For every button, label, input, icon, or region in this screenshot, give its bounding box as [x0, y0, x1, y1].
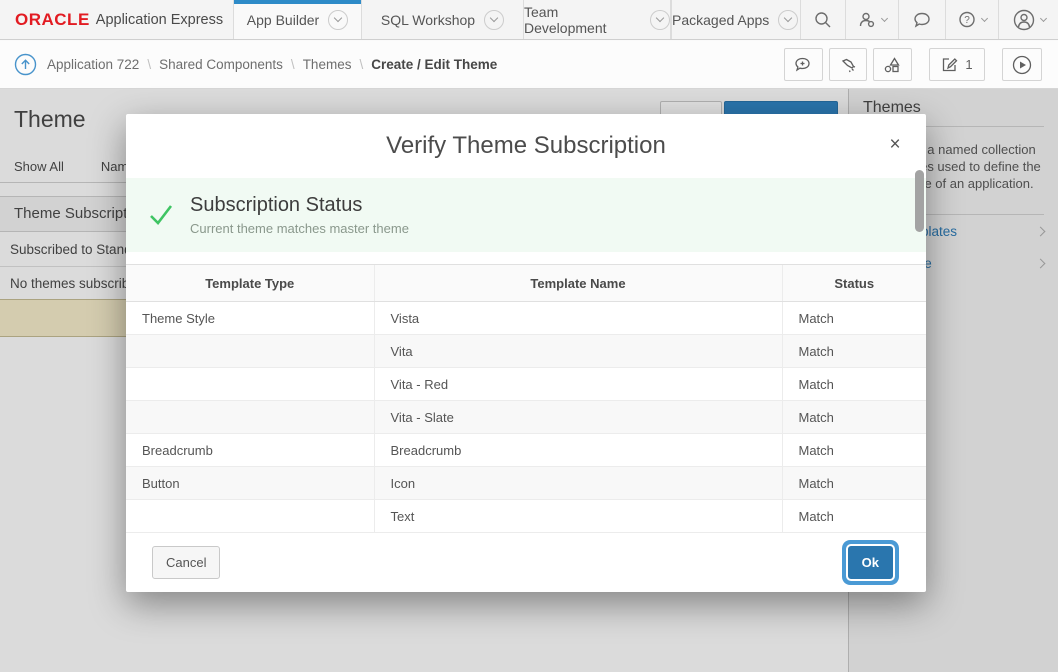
table-cell: Vita - Red — [374, 368, 782, 401]
breadcrumb-current: Create / Edit Theme — [371, 57, 497, 72]
account-icon[interactable] — [998, 0, 1058, 39]
table-cell — [126, 368, 374, 401]
column-header-status: Status — [782, 265, 926, 302]
verify-theme-subscription-dialog: Verify Theme Subscription × Subscription… — [126, 114, 926, 592]
shapes-button[interactable] — [873, 48, 912, 81]
subscription-status-banner: Subscription Status Current theme matche… — [126, 178, 926, 252]
table-cell: Breadcrumb — [126, 434, 374, 467]
table-cell: Vista — [374, 302, 782, 335]
status-heading: Subscription Status — [190, 194, 409, 217]
breadcrumb-separator: \ — [359, 57, 363, 72]
table-cell: Match — [782, 500, 926, 533]
flashlight-button[interactable] — [829, 48, 867, 81]
breadcrumb-item[interactable]: Shared Components — [159, 57, 283, 72]
shapes-icon — [883, 56, 902, 74]
flashlight-icon — [839, 56, 857, 74]
template-table: Template Type Template Name Status Theme… — [126, 264, 926, 533]
edit-page-icon — [941, 56, 959, 74]
chevron-down-icon — [880, 14, 887, 21]
brand: ORACLE Application Express — [0, 0, 233, 39]
column-header-template-name: Template Name — [374, 265, 782, 302]
table-cell: Match — [782, 335, 926, 368]
top-nav: ORACLE Application Express App Builder S… — [0, 0, 1058, 40]
breadcrumb: Application 722 \ Shared Components \ Th… — [47, 57, 497, 72]
oracle-logo: ORACLE — [15, 10, 90, 30]
table-cell — [126, 401, 374, 434]
close-icon[interactable]: × — [882, 132, 908, 158]
run-page-icon — [1012, 55, 1032, 75]
table-header-row: Template Type Template Name Status — [126, 265, 926, 302]
table-cell: Button — [126, 467, 374, 500]
breadcrumb-item[interactable]: Application 722 — [47, 57, 139, 72]
breadcrumb-bar: Application 722 \ Shared Components \ Th… — [0, 41, 1058, 89]
table-cell: Match — [782, 467, 926, 500]
chevron-down-icon — [1039, 14, 1046, 21]
dialog-header: Verify Theme Subscription × — [126, 114, 926, 178]
ok-button[interactable]: Ok — [848, 546, 893, 579]
feedback-bubble-icon[interactable] — [898, 0, 945, 39]
nav-up-icon[interactable] — [14, 53, 37, 76]
nav-tab-label: App Builder — [247, 12, 319, 28]
page-toolbar: 1 — [784, 48, 1042, 81]
nav-tab-app-builder[interactable]: App Builder — [233, 0, 361, 39]
table-cell: Match — [782, 401, 926, 434]
search-icon[interactable] — [800, 0, 845, 39]
breadcrumb-item[interactable]: Themes — [303, 57, 352, 72]
scrollbar-thumb[interactable] — [915, 170, 924, 232]
breadcrumb-separator: \ — [291, 57, 295, 72]
run-page-button[interactable] — [1002, 48, 1042, 81]
nav-icon-group: ? — [800, 0, 1058, 39]
table-cell: Text — [374, 500, 782, 533]
table-row: TextMatch — [126, 500, 926, 533]
cancel-button[interactable]: Cancel — [152, 546, 220, 579]
table-row: VitaMatch — [126, 335, 926, 368]
breadcrumb-separator: \ — [147, 57, 151, 72]
table-row: Vita - SlateMatch — [126, 401, 926, 434]
admin-user-icon[interactable] — [845, 0, 898, 39]
table-cell: Breadcrumb — [374, 434, 782, 467]
nav-tab-label: Team Development — [524, 4, 641, 36]
table-cell: Icon — [374, 467, 782, 500]
table-cell — [126, 500, 374, 533]
help-icon[interactable]: ? — [945, 0, 998, 39]
table-cell: Match — [782, 434, 926, 467]
chevron-down-icon[interactable] — [650, 10, 670, 30]
chevron-down-icon[interactable] — [778, 10, 798, 30]
nav-tab-sql-workshop[interactable]: SQL Workshop — [361, 0, 523, 39]
nav-tab-label: Packaged Apps — [672, 12, 769, 28]
status-detail: Current theme matches master theme — [190, 221, 409, 236]
nav-tab-team-development[interactable]: Team Development — [523, 0, 671, 39]
table-cell: Match — [782, 302, 926, 335]
edit-page-button[interactable]: 1 — [929, 48, 985, 81]
svg-text:?: ? — [964, 15, 970, 26]
table-cell: Match — [782, 368, 926, 401]
column-header-template-type: Template Type — [126, 265, 374, 302]
product-name: Application Express — [96, 12, 223, 28]
nav-tab-packaged-apps[interactable]: Packaged Apps — [671, 0, 798, 39]
chevron-down-icon[interactable] — [328, 10, 348, 30]
table-cell: Vita - Slate — [374, 401, 782, 434]
dialog-title: Verify Theme Subscription — [386, 132, 666, 160]
checkmark-icon — [148, 202, 174, 228]
dialog-footer: Cancel Ok — [126, 532, 926, 592]
comment-plus-icon — [794, 56, 813, 74]
comment-plus-button[interactable] — [784, 48, 823, 81]
table-cell: Theme Style — [126, 302, 374, 335]
table-row: Theme StyleVistaMatch — [126, 302, 926, 335]
edit-page-number: 1 — [965, 57, 972, 72]
chevron-down-icon[interactable] — [484, 10, 504, 30]
chevron-down-icon — [980, 14, 987, 21]
template-table-wrap: Template Type Template Name Status Theme… — [126, 264, 926, 533]
table-row: BreadcrumbBreadcrumbMatch — [126, 434, 926, 467]
table-cell — [126, 335, 374, 368]
table-row: ButtonIconMatch — [126, 467, 926, 500]
nav-tab-label: SQL Workshop — [381, 12, 475, 28]
table-cell: Vita — [374, 335, 782, 368]
table-row: Vita - RedMatch — [126, 368, 926, 401]
